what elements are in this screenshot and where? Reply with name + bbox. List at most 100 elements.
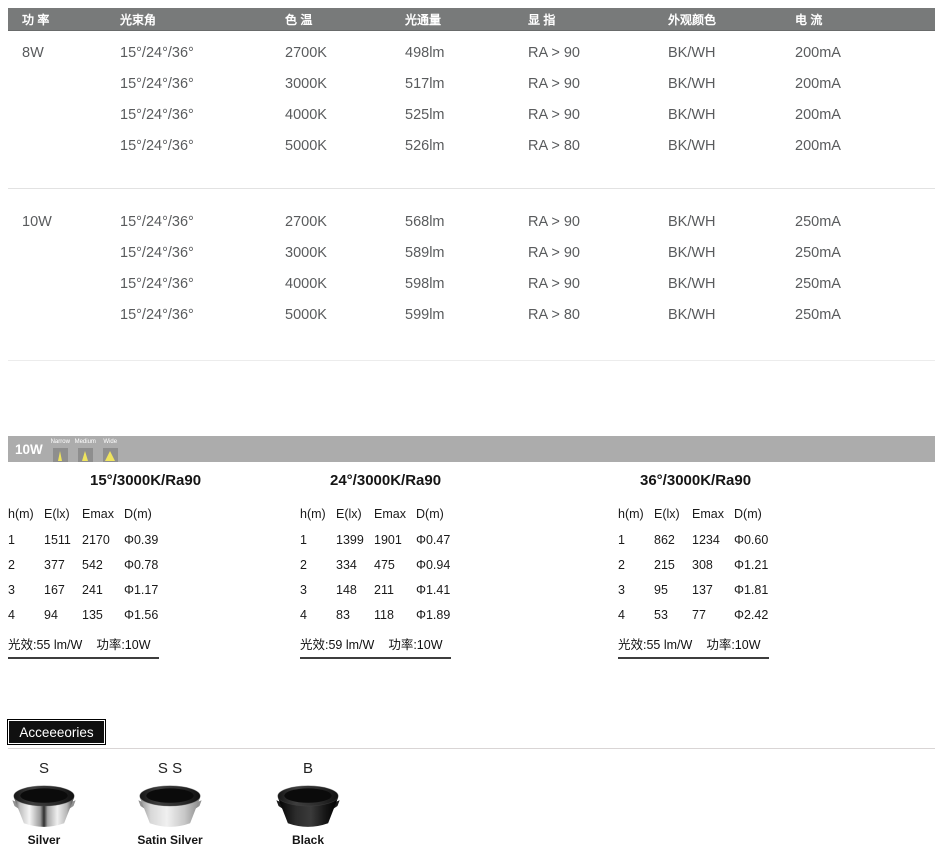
spec-cell: 15°/24°/36°	[106, 214, 271, 230]
photometric-table-title: 24°/3000K/Ra90	[330, 471, 600, 491]
photometric-cell: 308	[692, 558, 734, 572]
photometric-column-header: h(m)	[300, 507, 336, 523]
photometric-cell: 1511	[44, 533, 82, 547]
spec-row: 10W15°/24°/36°2700K568lmRA > 90BK/WH250m…	[8, 206, 935, 237]
photometric-column-header: D(m)	[416, 507, 472, 523]
photometric-column-header: Emax	[374, 507, 416, 523]
accessories-title-box: Acceeeories	[8, 720, 105, 744]
spec-cell: 200mA	[781, 76, 935, 92]
photometric-column-header: E(lx)	[44, 507, 82, 523]
spec-cell: RA > 90	[514, 76, 654, 92]
divider	[8, 360, 935, 361]
spec-cell: 589lm	[391, 245, 514, 261]
photometric-column-header: h(m)	[618, 507, 654, 523]
spec-cell: 15°/24°/36°	[106, 76, 271, 92]
spec-cell: 5000K	[271, 307, 391, 323]
spec-cell: 2700K	[271, 45, 391, 61]
spec-cell: 526lm	[391, 138, 514, 154]
spec-group: 8W15°/24°/36°2700K498lmRA > 90BK/WH200mA…	[8, 37, 935, 161]
spec-cell: 2700K	[271, 214, 391, 230]
accessory-code: B	[272, 758, 344, 780]
accessory-name: Black	[272, 833, 344, 847]
photometric-cell: 862	[654, 533, 692, 547]
spec-cell: BK/WH	[654, 76, 781, 92]
accessory-code: S	[8, 758, 80, 780]
spec-cell: 598lm	[391, 276, 514, 292]
beam-icon-box	[53, 448, 68, 462]
spec-cell: 568lm	[391, 214, 514, 230]
photometric-column-header: D(m)	[124, 507, 180, 523]
black-trim-ring-icon	[272, 783, 344, 829]
accessory-item: B Black	[272, 758, 344, 847]
photometric-table: 24°/3000K/Ra90 h(m)E(lx)EmaxD(m) 113991901…	[300, 471, 600, 659]
efficacy-label: 光效:59 lm/W	[300, 634, 374, 653]
photometric-column-header: D(m)	[734, 507, 790, 523]
spec-cell: RA > 90	[514, 214, 654, 230]
spec-cell: 15°/24°/36°	[106, 245, 271, 261]
spec-cell: RA > 80	[514, 307, 654, 323]
spec-row: 8W15°/24°/36°2700K498lmRA > 90BK/WH200mA	[8, 37, 935, 68]
photometric-cell: 2170	[82, 533, 124, 547]
spec-cell: 250mA	[781, 245, 935, 261]
spec-column-header: 电 流	[781, 11, 935, 28]
footer-power-label: 功率:10W	[388, 634, 442, 653]
photometric-cell: Φ1.56	[124, 608, 180, 622]
spec-group: 10W15°/24°/36°2700K568lmRA > 90BK/WH250m…	[8, 206, 935, 330]
beam-icon-box	[78, 448, 93, 462]
photometric-cell: 167	[44, 583, 82, 597]
photometric-cell: 77	[692, 608, 734, 622]
spec-cell: BK/WH	[654, 245, 781, 261]
section-power-label: 10W	[15, 442, 43, 457]
photometric-column-header: h(m)	[8, 507, 44, 523]
spec-cell: RA > 90	[514, 245, 654, 261]
spec-row: 15°/24°/36°4000K598lmRA > 90BK/WH250mA	[8, 268, 935, 299]
photometric-cell: 1901	[374, 533, 416, 547]
photometric-cell: 1399	[336, 533, 374, 547]
spec-cell: 4000K	[271, 276, 391, 292]
spec-cell: RA > 90	[514, 45, 654, 61]
photometric-table-title: 15°/3000K/Ra90	[90, 471, 308, 491]
photometric-cell: 137	[692, 583, 734, 597]
photometric-cell: 94	[44, 608, 82, 622]
spec-column-header: 色 温	[271, 11, 391, 28]
photometric-header-row: h(m)E(lx)EmaxD(m)	[300, 507, 600, 523]
spec-cell: 525lm	[391, 107, 514, 123]
photometric-cell: 377	[44, 558, 82, 572]
beam-icons-group: NarrowMediumWide	[53, 439, 118, 462]
photometric-cell: 4	[618, 608, 654, 622]
spec-row: 15°/24°/36°3000K589lmRA > 90BK/WH250mA	[8, 237, 935, 268]
photometric-cell: 215	[654, 558, 692, 572]
spec-row: 15°/24°/36°3000K517lmRA > 90BK/WH200mA	[8, 68, 935, 99]
spec-column-header: 光束角	[106, 11, 271, 28]
power-cell: 8W	[8, 45, 106, 61]
spec-column-header: 功 率	[8, 11, 106, 28]
photometric-cell: 1234	[692, 533, 734, 547]
photometric-cell: 2	[8, 558, 44, 572]
efficacy-label: 光效:55 lm/W	[8, 634, 82, 653]
efficacy-label: 光效:55 lm/W	[618, 634, 692, 653]
accessory-item: S SSatin Silver	[134, 758, 206, 847]
spec-column-header: 外观颜色	[654, 11, 781, 28]
accessory-name: Satin Silver	[134, 833, 206, 847]
accessory-ring-image	[134, 783, 206, 829]
photometric-cell: 118	[374, 608, 416, 622]
beam-label: Narrow	[51, 439, 70, 446]
photometric-cell: 475	[374, 558, 416, 572]
spec-cell: 200mA	[781, 45, 935, 61]
spec-cell: BK/WH	[654, 214, 781, 230]
beam-triangle	[105, 451, 115, 461]
photometric-cell: 1	[300, 533, 336, 547]
photometric-column-header: Emax	[82, 507, 124, 523]
spec-cell: 15°/24°/36°	[106, 45, 271, 61]
photometric-cell: 211	[374, 583, 416, 597]
photometric-cell: 2	[618, 558, 654, 572]
photometric-cell: Φ0.60	[734, 533, 790, 547]
beam-triangle	[82, 451, 88, 461]
spec-row: 15°/24°/36°5000K599lmRA > 80BK/WH250mA	[8, 299, 935, 330]
spec-cell: 250mA	[781, 276, 935, 292]
photometric-cell: 1	[618, 533, 654, 547]
wide-beam-icon: Wide	[103, 439, 118, 462]
photometric-section-bar: 10W NarrowMediumWide	[8, 436, 935, 462]
spec-cell: 200mA	[781, 138, 935, 154]
spec-cell: 3000K	[271, 76, 391, 92]
